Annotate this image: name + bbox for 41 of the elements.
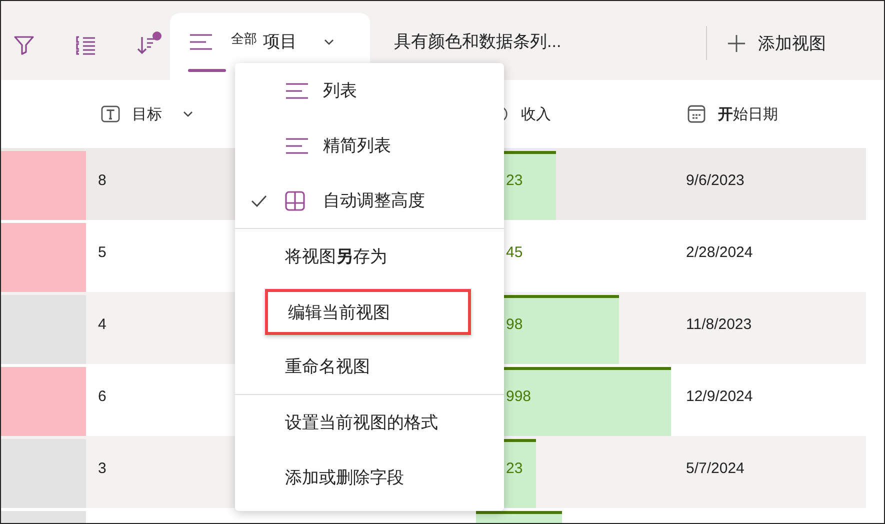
filter-icon[interactable] [12, 33, 36, 57]
grid-icon [285, 190, 305, 210]
menu-item[interactable]: 编辑当前视图 [265, 289, 471, 335]
list-view-icon [189, 32, 213, 52]
table-cell-text: 998 [505, 388, 532, 405]
table-cell: 5/7/2024 [686, 460, 744, 476]
menu-item[interactable]: 添加或删除字段 [235, 450, 504, 505]
menu-item[interactable]: 设置当前视图的格式 [235, 395, 504, 450]
column-header[interactable]: 收入 [521, 104, 551, 124]
table-cell: 11/8/2023 [686, 316, 752, 332]
table-cell: 3 [98, 460, 106, 476]
table-cell-text: 23 [505, 172, 523, 189]
menu-item[interactable]: 精简列表 [235, 118, 504, 173]
table-cell-text: 98 [505, 316, 523, 333]
table-cell: 6 [98, 388, 106, 404]
list-view-icon [285, 136, 309, 156]
table-cell: 8 [98, 172, 106, 188]
table-cell: 5 [98, 244, 106, 260]
plus-icon [727, 34, 746, 52]
calendar-icon [687, 105, 706, 123]
check-icon [251, 194, 267, 206]
chevron-down-icon[interactable] [182, 110, 194, 118]
menu-item[interactable]: 将视图另存为 [235, 229, 504, 284]
chevron-down-icon[interactable] [323, 38, 335, 46]
table-cell-text: 23 [505, 460, 523, 477]
table-cell-text: 45 [505, 244, 523, 261]
list-view-icon [285, 80, 309, 100]
table-cell: 4 [98, 316, 106, 332]
table-cell: 12/9/2024 [686, 388, 753, 404]
table-cell: 2/28/2024 [686, 244, 753, 260]
tab-label: 项目 [263, 31, 297, 53]
add-view-button[interactable]: 添加视图 [727, 23, 826, 63]
menu-item[interactable]: 自动调整高度 [235, 173, 504, 228]
menu-item[interactable]: 重命名视图 [235, 339, 504, 394]
column-header[interactable]: 开始日期 [718, 104, 778, 124]
column-header[interactable]: 目标 [132, 104, 162, 124]
list-icon[interactable] [74, 33, 98, 57]
tab-prefix: 全部 [231, 30, 257, 48]
text-field-icon [101, 105, 120, 123]
sort-icon[interactable] [136, 31, 162, 57]
table-cell: 9/6/2023 [686, 172, 744, 188]
